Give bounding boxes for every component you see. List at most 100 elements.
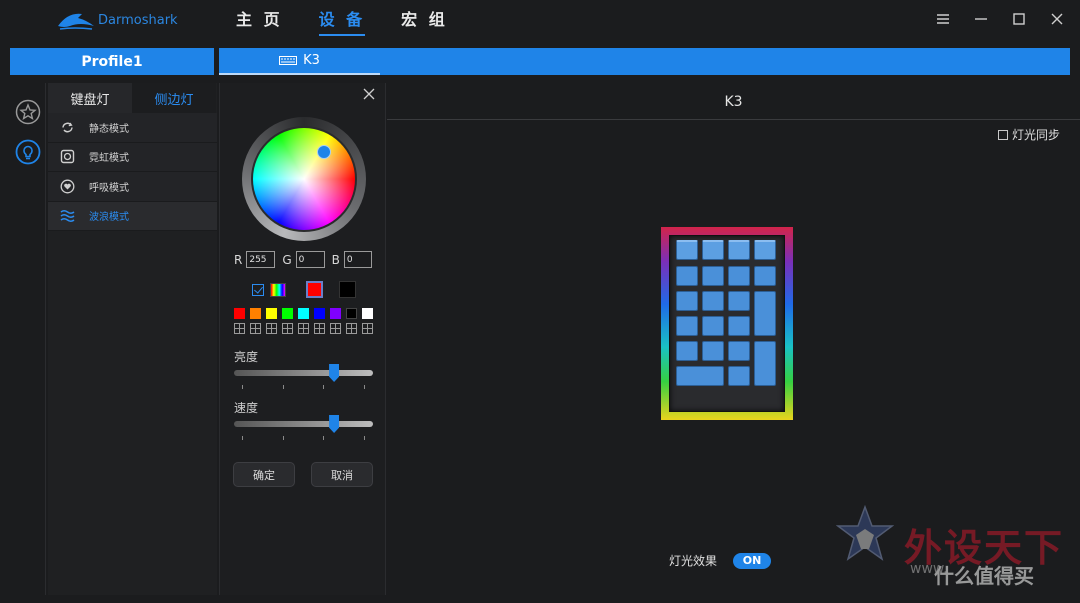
primary-color-swatch[interactable]: [306, 281, 323, 298]
color-wheel-inner: [251, 126, 357, 232]
color-wheel-hues[interactable]: [253, 128, 355, 230]
menu-button[interactable]: [932, 8, 954, 30]
add-preset-button[interactable]: [266, 323, 277, 334]
preset-swatch[interactable]: [266, 308, 277, 319]
keypad-key[interactable]: [754, 240, 776, 260]
close-button[interactable]: [1046, 8, 1068, 30]
r-label: R: [234, 252, 243, 267]
light-sync-checkbox[interactable]: 灯光同步: [997, 126, 1060, 143]
minimize-icon: [975, 18, 987, 20]
keypad-key[interactable]: [676, 240, 698, 260]
nav-home[interactable]: 主 页: [236, 6, 283, 36]
close-icon[interactable]: [363, 88, 375, 100]
keypad-key[interactable]: [754, 266, 776, 286]
g-label: G: [282, 252, 292, 267]
rainbow-swatch[interactable]: [270, 282, 286, 297]
keypad-key[interactable]: [728, 366, 750, 386]
light-sync-label: 灯光同步: [1011, 128, 1060, 142]
light-effect-label: 灯光效果: [669, 554, 718, 568]
mode-neon-label: 霓虹模式: [89, 153, 129, 165]
keypad-key[interactable]: [728, 240, 750, 260]
preset-swatch[interactable]: [234, 308, 245, 319]
tab-side-light[interactable]: 侧边灯: [132, 83, 216, 113]
maximize-icon: [1013, 13, 1025, 25]
keypad-key[interactable]: [702, 291, 724, 311]
add-preset-button[interactable]: [314, 323, 325, 334]
keypad-key[interactable]: [754, 291, 776, 336]
keypad-key[interactable]: [702, 316, 724, 336]
preset-swatch[interactable]: [330, 308, 341, 319]
keypad-key[interactable]: [728, 291, 750, 311]
rail-star-button[interactable]: [15, 99, 41, 125]
keypad-key[interactable]: [702, 341, 724, 361]
add-preset-button[interactable]: [282, 323, 293, 334]
rail-light-button[interactable]: [15, 139, 41, 165]
nav-device[interactable]: 设 备: [318, 6, 366, 36]
current-colors: [252, 281, 356, 298]
secondary-color-swatch[interactable]: [339, 281, 356, 298]
preset-swatches: [234, 308, 373, 319]
mode-panel: 键盘灯 侧边灯 静态模式 霓虹模式 呼吸模式 波浪模式: [48, 83, 217, 595]
keypad-key[interactable]: [676, 341, 698, 361]
keypad-key[interactable]: [676, 366, 724, 386]
light-sync-box[interactable]: [997, 129, 1008, 140]
cancel-button[interactable]: 取消: [311, 462, 373, 487]
light-effect-toggle[interactable]: ON: [733, 552, 772, 569]
preset-swatch[interactable]: [314, 308, 325, 319]
rainbow-checkbox[interactable]: [252, 283, 264, 296]
light-tabs: 键盘灯 侧边灯: [48, 83, 217, 113]
speed-slider[interactable]: [234, 415, 373, 433]
profile-tab[interactable]: Profile1: [10, 48, 214, 75]
add-preset-button[interactable]: [250, 323, 261, 334]
keypad-key[interactable]: [754, 341, 776, 386]
keypad-key[interactable]: [728, 266, 750, 286]
add-preset-button[interactable]: [234, 323, 245, 334]
color-wheel-knob[interactable]: [317, 145, 331, 159]
add-preset-button[interactable]: [346, 323, 357, 334]
mode-breathing-label: 呼吸模式: [89, 182, 129, 194]
mode-neon[interactable]: 霓虹模式: [48, 142, 217, 172]
mode-wave[interactable]: 波浪模式: [48, 201, 217, 231]
watermark: 外设天下 www. 什么值得买: [836, 505, 1072, 597]
device-tab-k3[interactable]: K3: [219, 48, 380, 75]
add-preset-button[interactable]: [362, 323, 373, 334]
window-controls: [932, 8, 1068, 30]
star-icon: [15, 99, 41, 125]
brightness-ticks: [234, 385, 373, 389]
preset-swatch[interactable]: [282, 308, 293, 319]
title-bar: Darmoshark 主 页 设 备 宏 组: [0, 0, 1080, 40]
r-input[interactable]: [246, 251, 276, 268]
speed-slider-thumb[interactable]: [329, 415, 340, 433]
maximize-button[interactable]: [1008, 8, 1030, 30]
device-tab-label: K3: [303, 53, 320, 68]
preset-swatch[interactable]: [346, 308, 357, 319]
speed-label: 速度: [234, 401, 259, 415]
keypad-key[interactable]: [676, 266, 698, 286]
star-logo-icon: [836, 505, 894, 561]
mode-static[interactable]: 静态模式: [48, 113, 217, 143]
preset-swatch[interactable]: [362, 308, 373, 319]
b-input[interactable]: [343, 251, 372, 268]
speed-ticks: [234, 436, 373, 440]
g-input[interactable]: [295, 251, 325, 268]
nav-macro[interactable]: 宏 组: [401, 6, 448, 36]
brightness-slider-thumb[interactable]: [329, 364, 340, 382]
add-preset-button[interactable]: [330, 323, 341, 334]
color-wheel[interactable]: [242, 117, 366, 241]
tab-keyboard-light[interactable]: 键盘灯: [48, 83, 132, 113]
preset-swatch[interactable]: [298, 308, 309, 319]
keypad-key[interactable]: [728, 316, 750, 336]
add-preset-button[interactable]: [298, 323, 309, 334]
keypad-key[interactable]: [702, 240, 724, 260]
minimize-button[interactable]: [970, 8, 992, 30]
brightness-slider[interactable]: [234, 364, 373, 382]
keypad-key[interactable]: [676, 316, 698, 336]
preset-swatch[interactable]: [250, 308, 261, 319]
keypad-key[interactable]: [702, 266, 724, 286]
mode-breathing[interactable]: 呼吸模式: [48, 172, 217, 202]
keypad-key[interactable]: [676, 291, 698, 311]
confirm-button[interactable]: 确定: [233, 462, 295, 487]
heart-icon: [60, 179, 75, 194]
device-title: K3: [387, 84, 1080, 120]
keypad-key[interactable]: [728, 341, 750, 361]
